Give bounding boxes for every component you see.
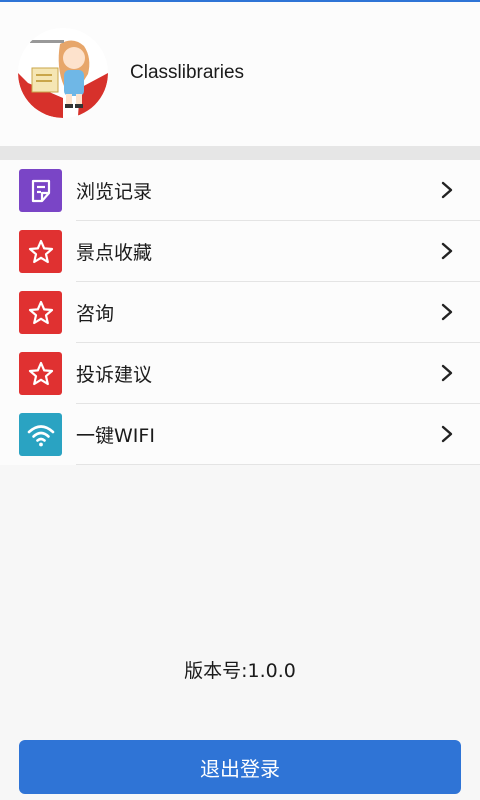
profile-header: Classlibraries (0, 2, 480, 146)
star-icon (28, 300, 53, 324)
menu-item-label: 浏览记录 (76, 181, 153, 203)
menu-item-feedback[interactable]: 投诉建议 (0, 343, 480, 404)
section-separator (0, 146, 480, 160)
chevron-right-icon (441, 364, 453, 382)
chevron-right-icon (441, 425, 453, 443)
menu-item-label: 景点收藏 (76, 242, 153, 264)
divider (76, 464, 480, 465)
favorites-icon-box (19, 230, 62, 273)
menu-list: 浏览记录 景点收藏 咨询 投诉建议 一键WIFI (0, 160, 480, 465)
username: Classlibraries (130, 62, 245, 83)
menu-item-label: 咨询 (76, 303, 115, 325)
chevron-right-icon (441, 242, 453, 260)
wifi-icon (27, 424, 54, 446)
menu-item-favorites[interactable]: 景点收藏 (0, 221, 480, 282)
history-icon-box (19, 169, 62, 212)
consult-icon-box (19, 291, 62, 334)
avatar-illustration (18, 28, 108, 118)
chevron-right-icon (441, 181, 453, 199)
menu-item-wifi[interactable]: 一键WIFI (0, 404, 480, 465)
star-icon (28, 239, 53, 263)
menu-item-consult[interactable]: 咨询 (0, 282, 480, 343)
star-icon (28, 361, 53, 385)
menu-item-label: 一键WIFI (76, 425, 155, 447)
wifi-icon-box (19, 413, 62, 456)
logout-button[interactable]: 退出登录 (19, 740, 461, 794)
menu-item-label: 投诉建议 (76, 364, 153, 386)
document-icon (31, 179, 50, 202)
chevron-right-icon (441, 303, 453, 321)
version-text: 版本号:1.0.0 (184, 660, 296, 682)
avatar[interactable] (18, 28, 108, 118)
feedback-icon-box (19, 352, 62, 395)
menu-item-history[interactable]: 浏览记录 (0, 160, 480, 221)
